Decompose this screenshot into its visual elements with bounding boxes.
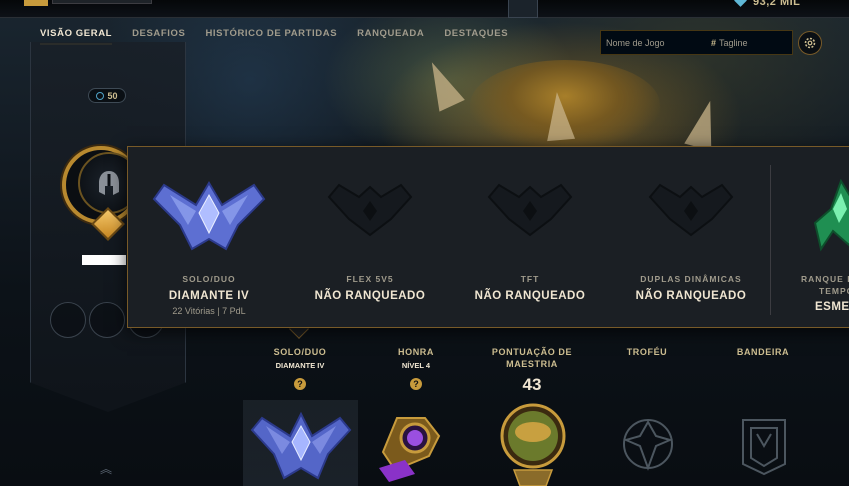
stat-honor[interactable]: HONRA NÍVEL 4 ? — [361, 347, 471, 392]
stat-banner[interactable]: BANDEIRA — [708, 347, 818, 357]
queue-label: DUPLAS DINÂMICAS — [640, 274, 742, 284]
level-icon — [96, 91, 105, 100]
top-center-tab[interactable] — [508, 0, 538, 18]
help-icon[interactable]: ? — [294, 378, 306, 390]
stat-mastery-title-2: MAESTRIA — [506, 359, 558, 369]
queue-tier: NÃO RANQUEADO — [635, 290, 747, 302]
diamond-crest-icon[interactable] — [248, 408, 354, 486]
queue-tft[interactable]: TFT NÃO RANQUEADO — [450, 147, 610, 329]
queue-flex[interactable]: FLEX 5V5 NÃO RANQUEADO — [290, 147, 450, 329]
queue-solo-duo[interactable]: SOLO/DUO DIAMANTE IV 22 Vitórias | 7 PdL — [129, 147, 289, 329]
hash-icon: # — [711, 37, 717, 48]
background-spike — [542, 90, 576, 142]
stat-solo-title: SOLO/DUO — [273, 347, 327, 357]
stat-honor-level: NÍVEL 4 — [401, 361, 431, 370]
queue-tier: ESMER — [815, 301, 849, 313]
help-icon[interactable]: ? — [410, 378, 422, 390]
queue-tier: NÃO RANQUEADO — [474, 290, 586, 302]
currency-display[interactable]: 93,2 MIL — [734, 0, 801, 8]
summoner-name-redacted — [82, 255, 126, 265]
stat-honor-title: HONRA — [398, 347, 434, 357]
queue-stats: 22 Vitórias | 7 PdL — [172, 306, 246, 316]
unranked-emblem-icon — [327, 183, 413, 237]
stat-solo-tier: DIAMANTE IV — [275, 361, 325, 370]
stat-banner-title: BANDEIRA — [736, 347, 790, 357]
honor-crest-icon[interactable] — [375, 408, 449, 486]
stat-mastery[interactable]: PONTUAÇÃO DE MAESTRIA 43 — [477, 347, 587, 395]
queue-label: RANQUE D — [801, 274, 849, 284]
tab-match-history[interactable]: HISTÓRICO DE PARTIDAS — [205, 28, 337, 45]
queue-double-up[interactable]: DUPLAS DINÂMICAS NÃO RANQUEADO — [611, 147, 771, 329]
unranked-emblem-icon — [487, 183, 573, 237]
emerald-emblem-icon — [813, 179, 849, 252]
tagline-label: Tagline — [719, 37, 748, 48]
mastery-champion-icon[interactable] — [498, 400, 568, 486]
queue-season-rank[interactable]: RANQUE D TEMPO ESMER — [771, 147, 849, 329]
client-logo — [24, 0, 48, 6]
stat-trophy[interactable]: TROFÉU — [592, 347, 702, 357]
tab-ranked[interactable]: RANQUEADA — [357, 28, 424, 45]
queue-label: TFT — [520, 274, 540, 284]
ranked-popup: SOLO/DUO DIAMANTE IV 22 Vitórias | 7 PdL… — [127, 146, 849, 328]
top-bar: 93,2 MIL — [0, 0, 849, 18]
game-name-input[interactable] — [601, 37, 711, 48]
stat-solo-duo[interactable]: SOLO/DUO DIAMANTE IV ? — [245, 347, 355, 392]
level-badge: 50 — [88, 88, 126, 103]
settings-button[interactable] — [798, 31, 822, 55]
queue-tier: NÃO RANQUEADO — [314, 290, 426, 302]
stat-mastery-title-1: PONTUAÇÃO DE — [491, 347, 573, 357]
token-slot[interactable] — [89, 302, 125, 338]
queue-tier: DIAMANTE IV — [168, 290, 250, 302]
banner-crest-icon[interactable] — [737, 414, 791, 476]
queue-label-2: TEMPO — [819, 286, 849, 296]
queue-label: SOLO/DUO — [182, 274, 236, 284]
tab-highlights[interactable]: DESTAQUES — [444, 28, 508, 45]
trophy-crest-icon[interactable] — [620, 414, 676, 476]
blue-essence-icon — [734, 0, 747, 7]
play-button-edge[interactable] — [52, 0, 152, 4]
stat-trophy-title: TROFÉU — [626, 347, 668, 357]
stat-mastery-value: 43 — [522, 375, 542, 394]
tagline-field[interactable]: # Tagline — [711, 38, 748, 48]
unranked-emblem-icon — [648, 183, 734, 237]
level-value: 50 — [107, 90, 118, 101]
player-search: # Tagline — [600, 30, 793, 55]
diamond-emblem-icon — [152, 181, 266, 251]
chevron-up-icon[interactable]: ︽ — [100, 460, 112, 477]
gear-icon — [804, 37, 816, 49]
helmet-icon — [99, 171, 119, 195]
currency-amount: 93,2 MIL — [753, 0, 801, 8]
token-slot[interactable] — [50, 302, 86, 338]
queue-label: FLEX 5V5 — [346, 274, 394, 284]
